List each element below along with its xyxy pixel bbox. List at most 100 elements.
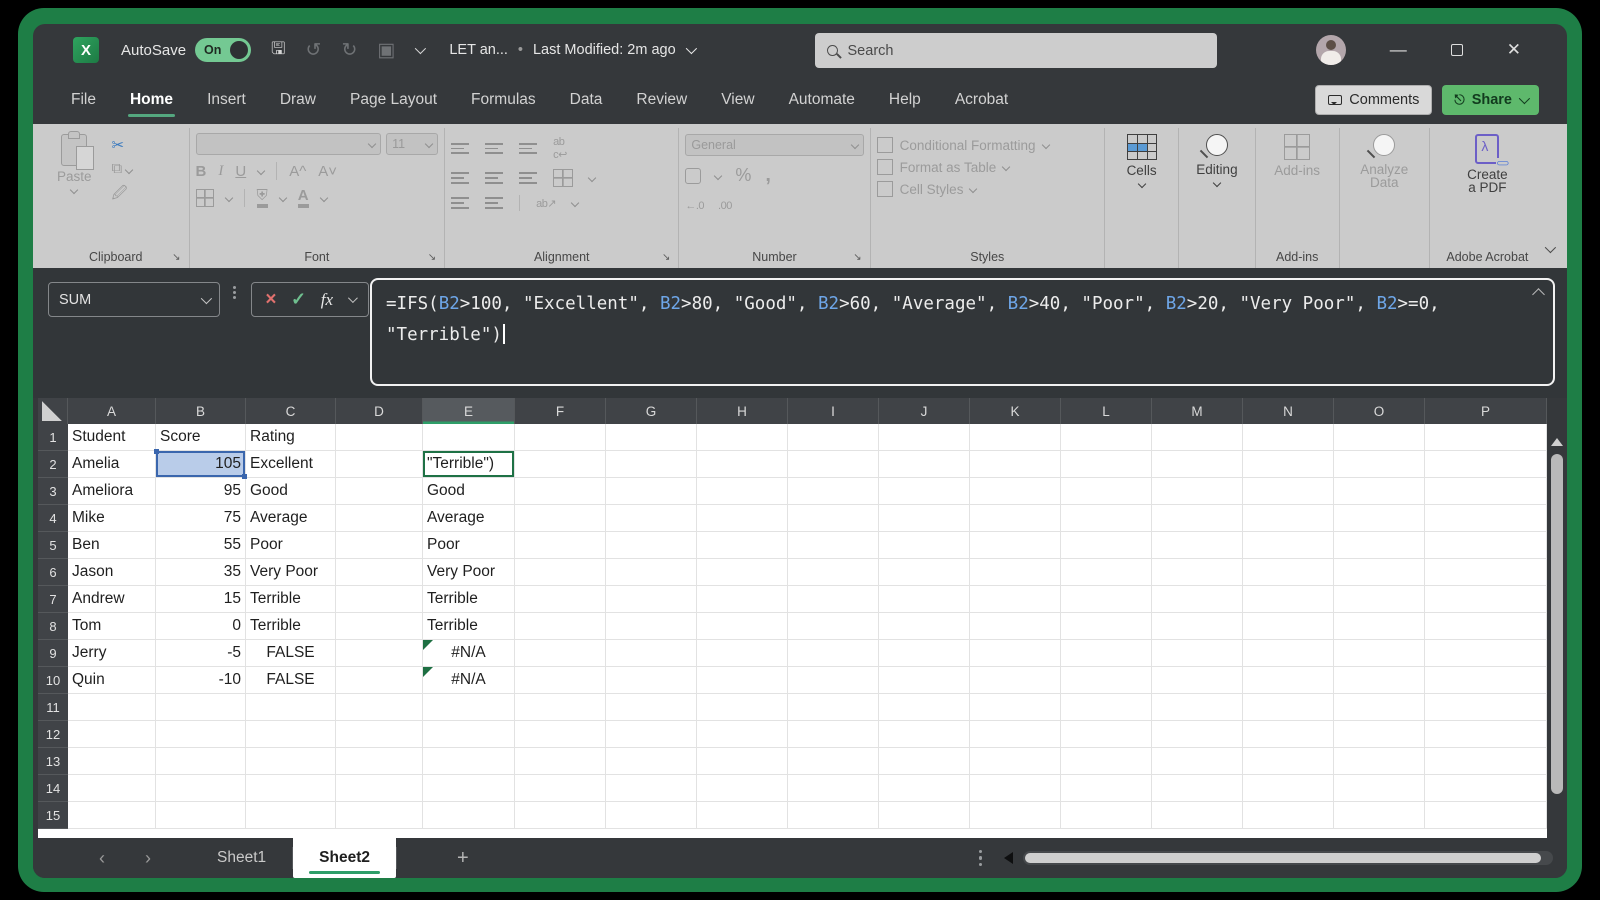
cell-K14[interactable] [970, 775, 1061, 802]
cell-C11[interactable] [246, 694, 336, 721]
scroll-up-icon[interactable] [1551, 432, 1563, 446]
cell-P3[interactable] [1425, 478, 1547, 505]
fill-color-button[interactable]: ⛨ [257, 187, 268, 208]
cell-C10[interactable]: FALSE [246, 667, 336, 694]
cell-P1[interactable] [1425, 424, 1547, 451]
cell-G14[interactable] [606, 775, 697, 802]
align-bottom-icon[interactable] [519, 143, 537, 154]
cell-A4[interactable]: Mike [68, 505, 156, 532]
cell-B4[interactable]: 75 [156, 505, 246, 532]
autosave-toggle[interactable]: On [195, 38, 251, 62]
save-icon[interactable]: 🖫 [271, 36, 285, 65]
row-header-9[interactable]: 9 [38, 640, 68, 667]
select-all-button[interactable] [38, 398, 68, 424]
cell-I14[interactable] [788, 775, 879, 802]
cell-M14[interactable] [1152, 775, 1243, 802]
cell-N2[interactable] [1243, 451, 1334, 478]
cell-C3[interactable]: Good [246, 478, 336, 505]
excel-app-icon[interactable]: X [73, 37, 99, 63]
cancel-icon[interactable]: × [265, 289, 276, 311]
cell-M1[interactable] [1152, 424, 1243, 451]
cell-P2[interactable] [1425, 451, 1547, 478]
tab-automate[interactable]: Automate [787, 85, 857, 115]
cell-I11[interactable] [788, 694, 879, 721]
cell-E11[interactable] [423, 694, 515, 721]
enter-icon[interactable]: ✓ [291, 289, 306, 310]
paste-button[interactable]: Paste [49, 130, 100, 197]
cell-K8[interactable] [970, 613, 1061, 640]
minimize-button[interactable]: — [1390, 40, 1407, 60]
cell-P12[interactable] [1425, 721, 1547, 748]
cell-N10[interactable] [1243, 667, 1334, 694]
cell-O8[interactable] [1334, 613, 1425, 640]
column-header-B[interactable]: B [156, 398, 246, 424]
format-painter-icon[interactable]: 🖉 [112, 183, 133, 208]
column-header-D[interactable]: D [336, 398, 423, 424]
cell-C8[interactable]: Terrible [246, 613, 336, 640]
next-sheet-icon[interactable]: › [145, 848, 151, 869]
increase-indent-icon[interactable] [485, 197, 503, 208]
cell-B10[interactable]: -10 [156, 667, 246, 694]
font-size-select[interactable]: 11 [386, 133, 438, 155]
cell-D10[interactable] [336, 667, 423, 694]
cell-P9[interactable] [1425, 640, 1547, 667]
align-center-icon[interactable] [485, 172, 503, 183]
cell-O11[interactable] [1334, 694, 1425, 721]
column-header-L[interactable]: L [1061, 398, 1152, 424]
cell-M15[interactable] [1152, 802, 1243, 829]
cell-C2[interactable]: Excellent [246, 451, 336, 478]
cell-E14[interactable] [423, 775, 515, 802]
cell-A3[interactable]: Ameliora [68, 478, 156, 505]
cell-H5[interactable] [697, 532, 788, 559]
cell-N9[interactable] [1243, 640, 1334, 667]
cell-O10[interactable] [1334, 667, 1425, 694]
cell-M12[interactable] [1152, 721, 1243, 748]
cell-I6[interactable] [788, 559, 879, 586]
cell-M2[interactable] [1152, 451, 1243, 478]
row-header-11[interactable]: 11 [38, 694, 68, 721]
wrap-text-icon[interactable]: abc↩ [553, 136, 567, 161]
cell-F12[interactable] [515, 721, 606, 748]
cell-I8[interactable] [788, 613, 879, 640]
align-left-icon[interactable] [451, 172, 469, 183]
cell-L4[interactable] [1061, 505, 1152, 532]
cell-O1[interactable] [1334, 424, 1425, 451]
insert-function-icon[interactable]: fx [321, 290, 333, 310]
cell-A15[interactable] [68, 802, 156, 829]
cell-A9[interactable]: Jerry [68, 640, 156, 667]
cell-F14[interactable] [515, 775, 606, 802]
last-modified-label[interactable]: Last Modified: 2m ago [533, 42, 676, 58]
scroll-left-icon[interactable] [998, 852, 1013, 864]
cell-B5[interactable]: 55 [156, 532, 246, 559]
cell-K3[interactable] [970, 478, 1061, 505]
cell-M3[interactable] [1152, 478, 1243, 505]
name-box-chevron-icon[interactable] [201, 292, 212, 303]
cell-I13[interactable] [788, 748, 879, 775]
cell-O6[interactable] [1334, 559, 1425, 586]
cell-N4[interactable] [1243, 505, 1334, 532]
cell-D15[interactable] [336, 802, 423, 829]
cell-L11[interactable] [1061, 694, 1152, 721]
cell-M5[interactable] [1152, 532, 1243, 559]
cut-icon[interactable]: ✂ [112, 136, 133, 154]
cell-M4[interactable] [1152, 505, 1243, 532]
cell-A2[interactable]: Amelia [68, 451, 156, 478]
cell-D12[interactable] [336, 721, 423, 748]
clipboard-dialog-launcher-icon[interactable]: ↘ [172, 252, 180, 263]
cell-H2[interactable] [697, 451, 788, 478]
cell-H12[interactable] [697, 721, 788, 748]
sheet-tab-sheet2[interactable]: Sheet2 [293, 838, 396, 878]
cell-H15[interactable] [697, 802, 788, 829]
cell-G10[interactable] [606, 667, 697, 694]
cell-O3[interactable] [1334, 478, 1425, 505]
cell-M11[interactable] [1152, 694, 1243, 721]
cell-J1[interactable] [879, 424, 970, 451]
cell-B1[interactable]: Score [156, 424, 246, 451]
cell-J14[interactable] [879, 775, 970, 802]
name-box[interactable]: SUM [48, 282, 220, 317]
cell-N13[interactable] [1243, 748, 1334, 775]
vertical-scroll-thumb[interactable] [1551, 454, 1563, 794]
percent-style-icon[interactable]: % [735, 165, 751, 186]
cell-C13[interactable] [246, 748, 336, 775]
collapse-ribbon-chevron-icon[interactable] [1545, 240, 1553, 258]
